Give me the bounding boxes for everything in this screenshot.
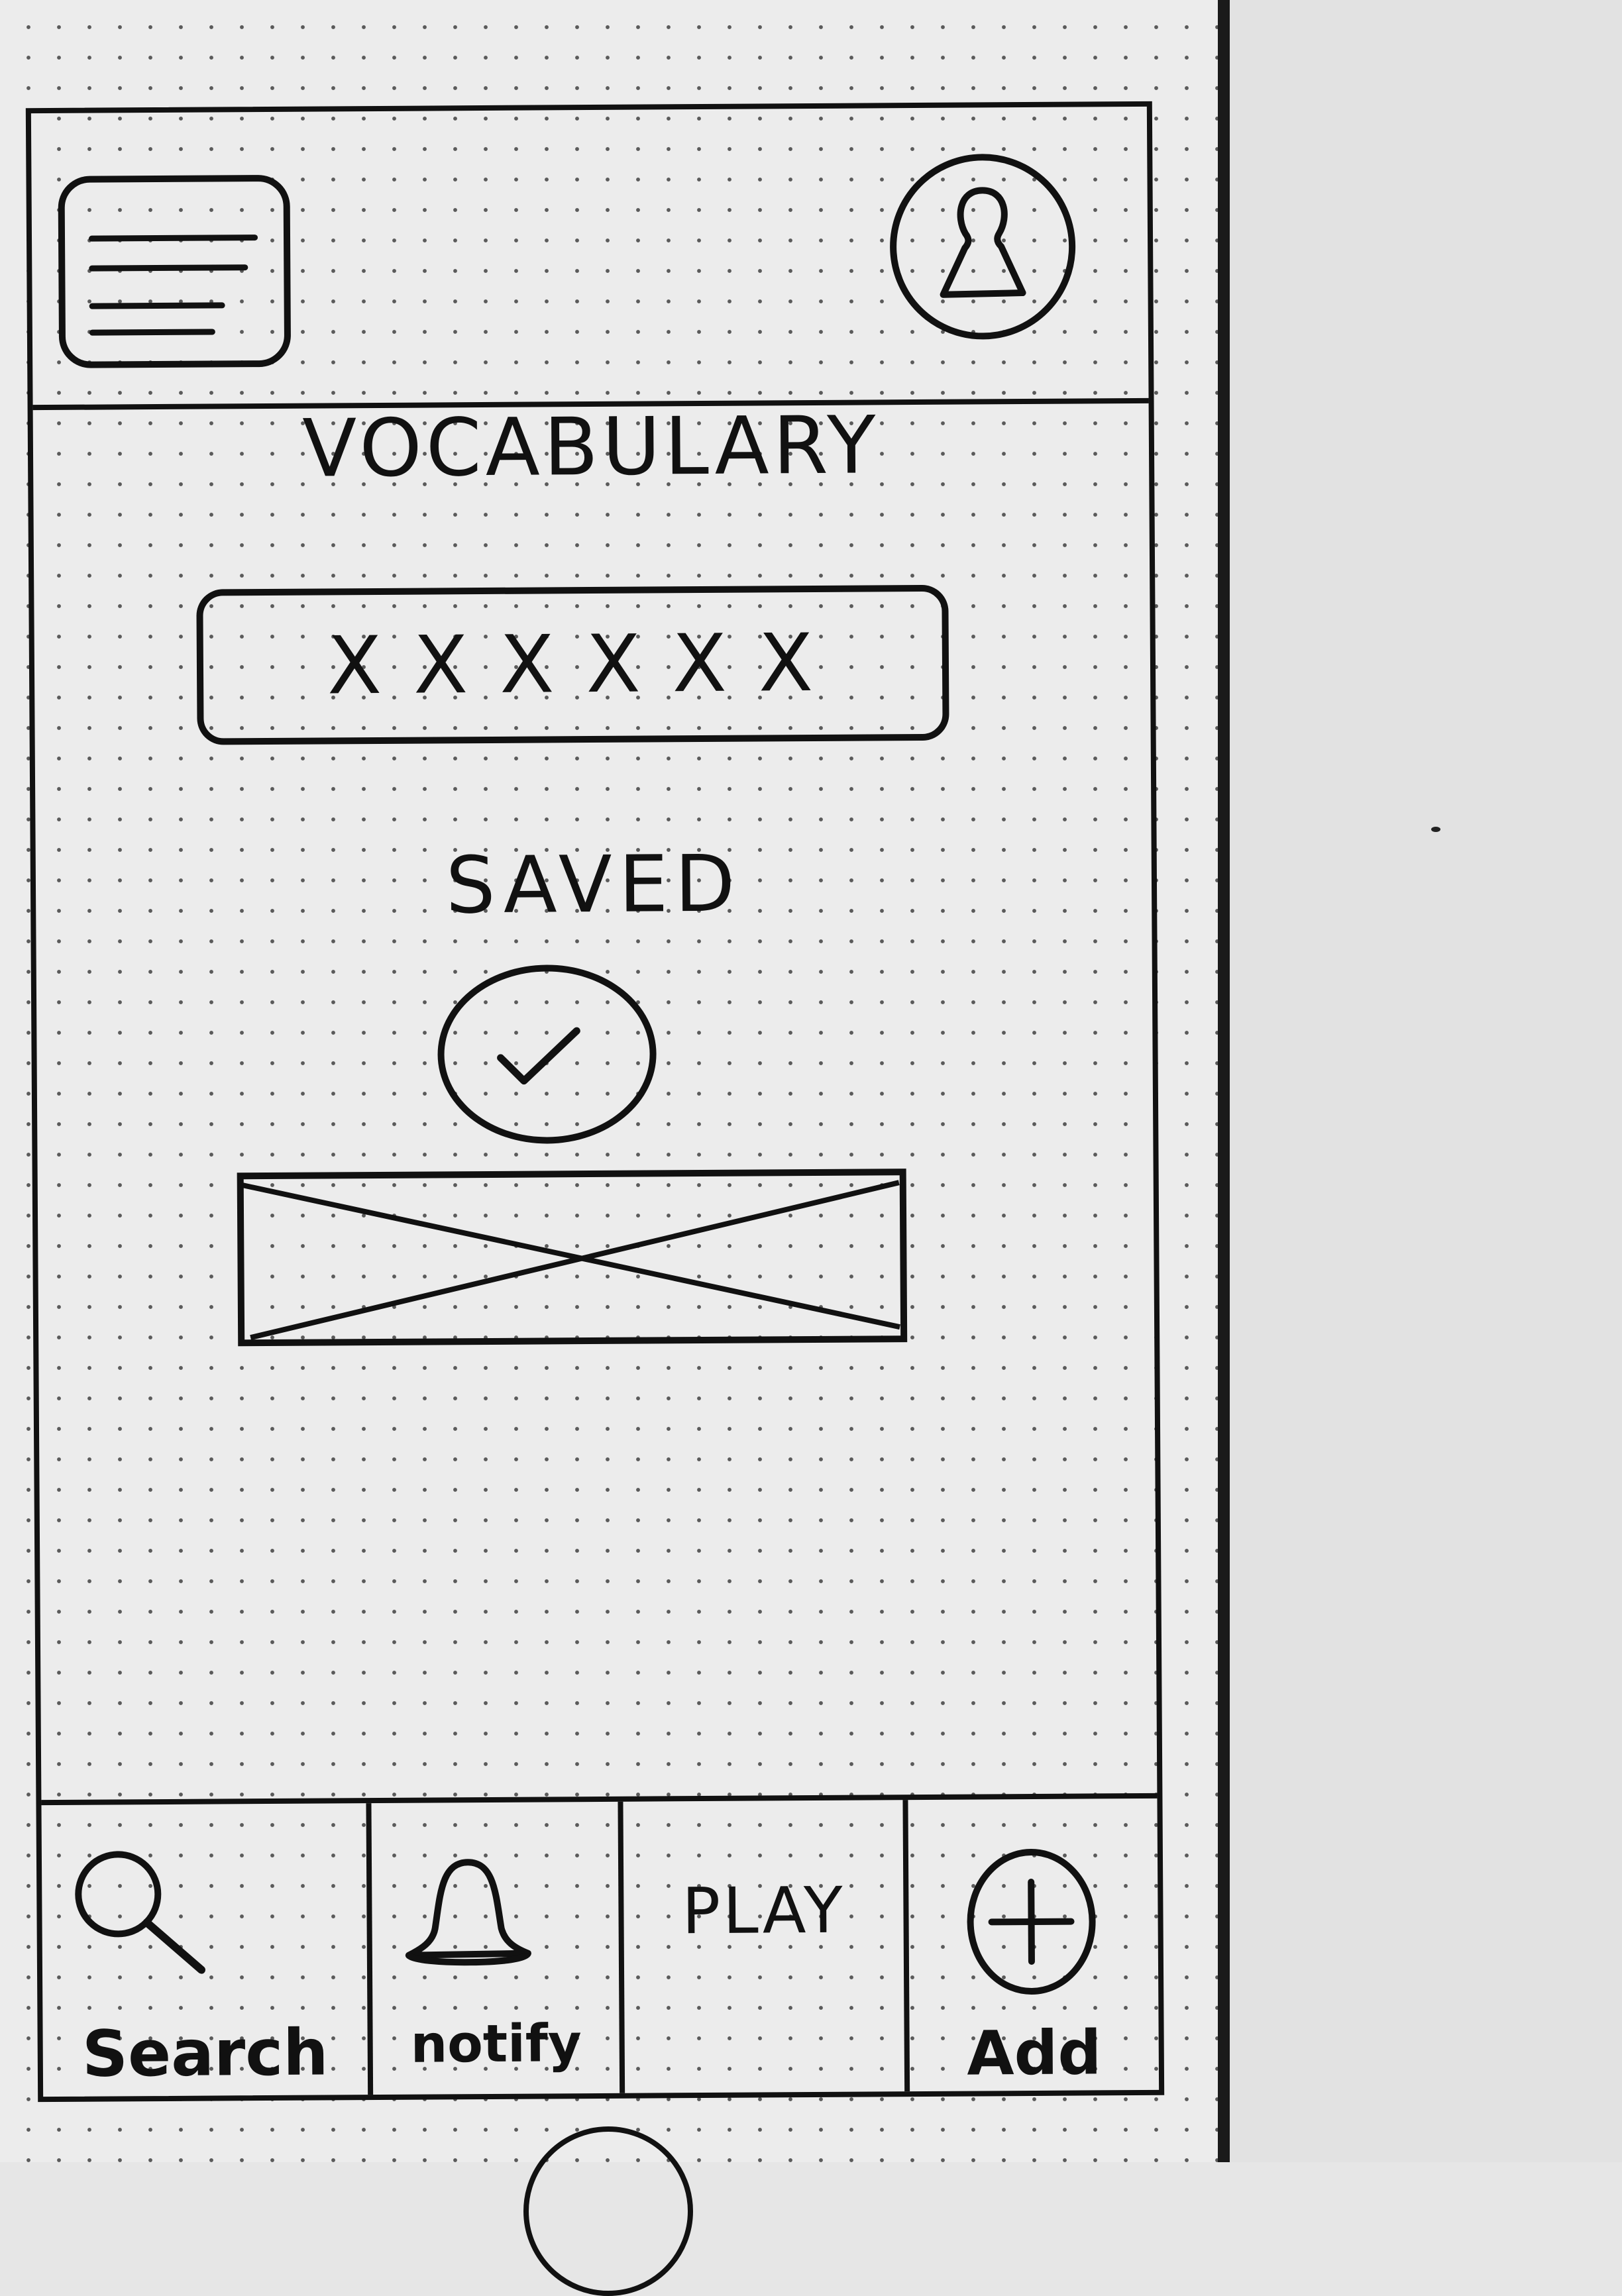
- tab-add-label: Add: [966, 2017, 1102, 2089]
- tab-play[interactable]: PLAY: [618, 1800, 905, 2093]
- tab-search[interactable]: Search: [41, 1803, 368, 2097]
- password-field[interactable]: XXXXXX: [196, 584, 949, 745]
- home-button-sketch: [523, 2126, 693, 2296]
- menu-button[interactable]: [58, 174, 292, 368]
- password-mask: XXXXXX: [327, 617, 845, 713]
- page-title: VOCABULARY: [301, 399, 880, 496]
- bottom-tab-bar: Search notify PLAY Add: [41, 1793, 1160, 2097]
- image-placeholder: [237, 1169, 908, 1347]
- plus-circle-icon: [967, 1849, 1096, 1995]
- tab-notify[interactable]: notify: [366, 1801, 620, 2095]
- bell-icon: [405, 1859, 531, 1966]
- tab-add[interactable]: Add: [902, 1798, 1160, 2092]
- top-bar: [30, 106, 1149, 411]
- main-content: VOCABULARY XXXXXX SAVED: [33, 398, 1158, 1882]
- search-icon: [75, 1851, 205, 1974]
- page-border-line: [1218, 0, 1230, 2162]
- tab-notify-label: notify: [410, 2014, 582, 2075]
- check-circle-icon: [497, 1027, 580, 1085]
- tab-play-label: PLAY: [681, 1873, 846, 1949]
- user-avatar-icon: [940, 187, 1026, 298]
- profile-button[interactable]: [889, 153, 1076, 340]
- ink-speck: [1431, 827, 1440, 832]
- saved-status: SAVED: [445, 837, 742, 931]
- page-edge: [1230, 0, 1622, 2162]
- phone-frame: VOCABULARY XXXXXX SAVED Search notify PL…: [25, 101, 1165, 2103]
- tab-search-label: Search: [81, 2015, 329, 2091]
- saved-status-circle: [437, 964, 657, 1145]
